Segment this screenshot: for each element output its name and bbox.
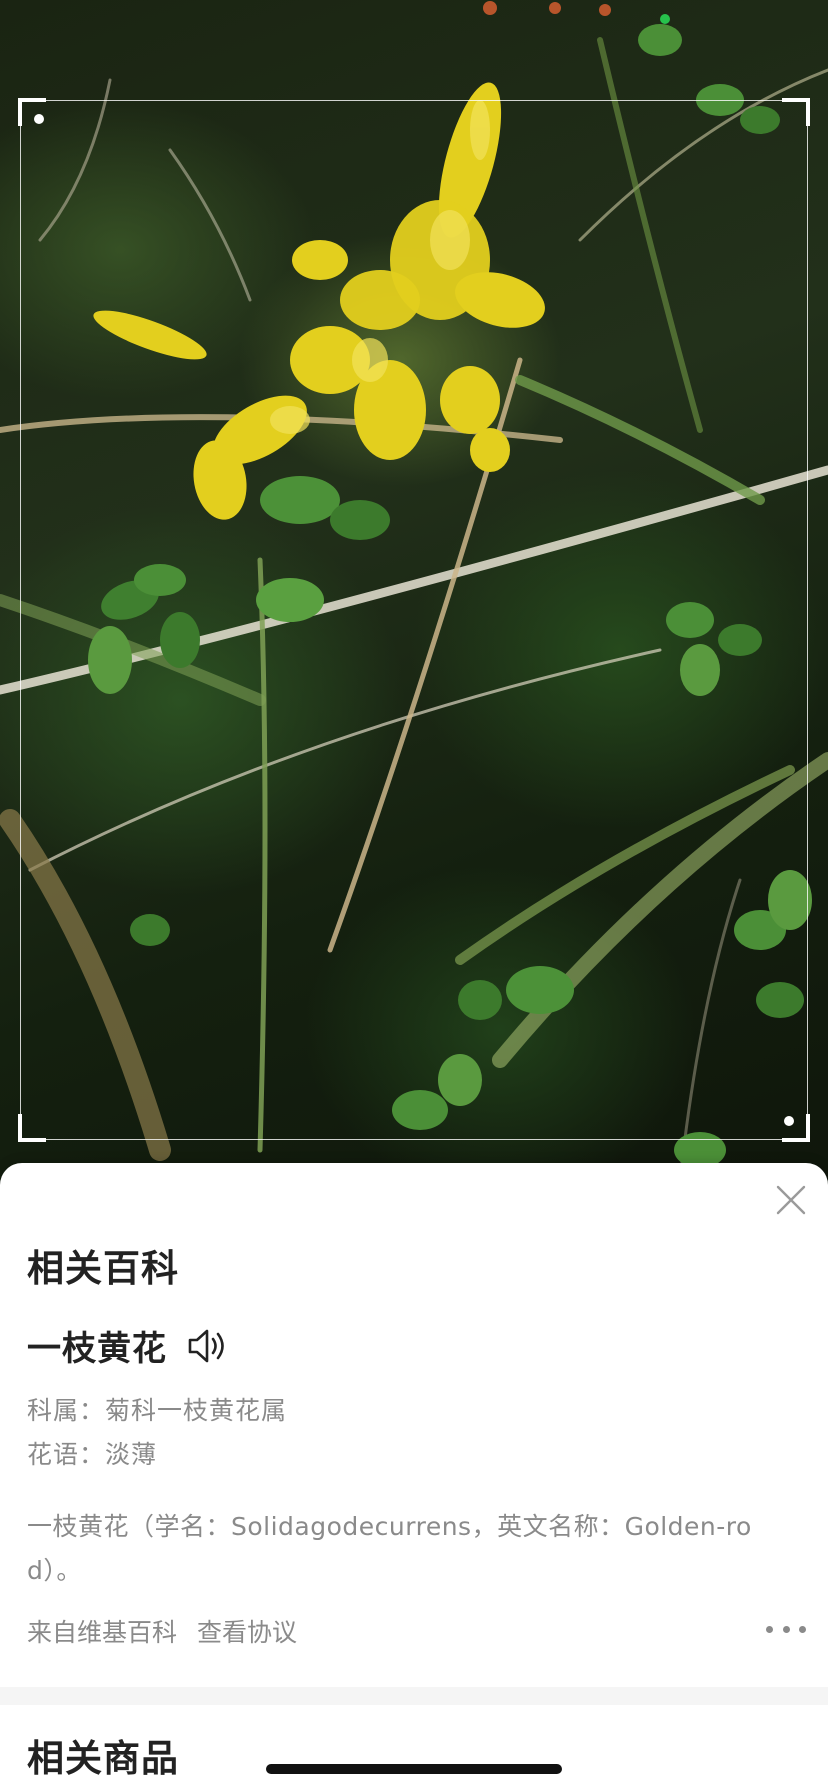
result-sheet: 相关百科 一枝黄花 科属：菊科一枝黄花属 花语：淡薄 一枝黄花（学名：Solid… [0, 1163, 828, 1792]
scan-frame [18, 98, 810, 1142]
plant-name: 一枝黄花 [27, 1329, 167, 1369]
scan-corner-top-right [782, 98, 810, 126]
camera-photo [0, 0, 828, 1190]
scan-handle-bottom-right[interactable] [784, 1116, 794, 1126]
scan-corner-bottom-left [18, 1114, 46, 1142]
wiki-section-title: 相关百科 [27, 1247, 179, 1290]
section-divider [0, 1687, 828, 1705]
plant-family: 科属：菊科一枝黄花属 [27, 1396, 288, 1425]
agreement-link[interactable]: 查看协议 [197, 1613, 297, 1649]
home-indicator[interactable] [266, 1764, 562, 1774]
plant-title-row: 一枝黄花 [27, 1321, 229, 1370]
plant-description: 一枝黄花（学名：Solidagodecurrens，英文名称：Golden-ro… [27, 1512, 752, 1585]
source-text: 来自维基百科 [27, 1618, 178, 1647]
speaker-icon[interactable] [187, 1326, 229, 1366]
scan-handle-top-left[interactable] [34, 114, 44, 124]
close-button[interactable] [774, 1183, 808, 1217]
source-row: 来自维基百科 查看协议 [27, 1613, 297, 1649]
screen: 相关百科 一枝黄花 科属：菊科一枝黄花属 花语：淡薄 一枝黄花（学名：Solid… [0, 0, 828, 1792]
goods-section-title: 相关商品 [27, 1737, 179, 1780]
close-icon [776, 1185, 806, 1215]
flower-language: 花语：淡薄 [27, 1440, 158, 1469]
more-dots-icon[interactable] [766, 1621, 806, 1637]
camera-indicator-dot [660, 14, 670, 24]
